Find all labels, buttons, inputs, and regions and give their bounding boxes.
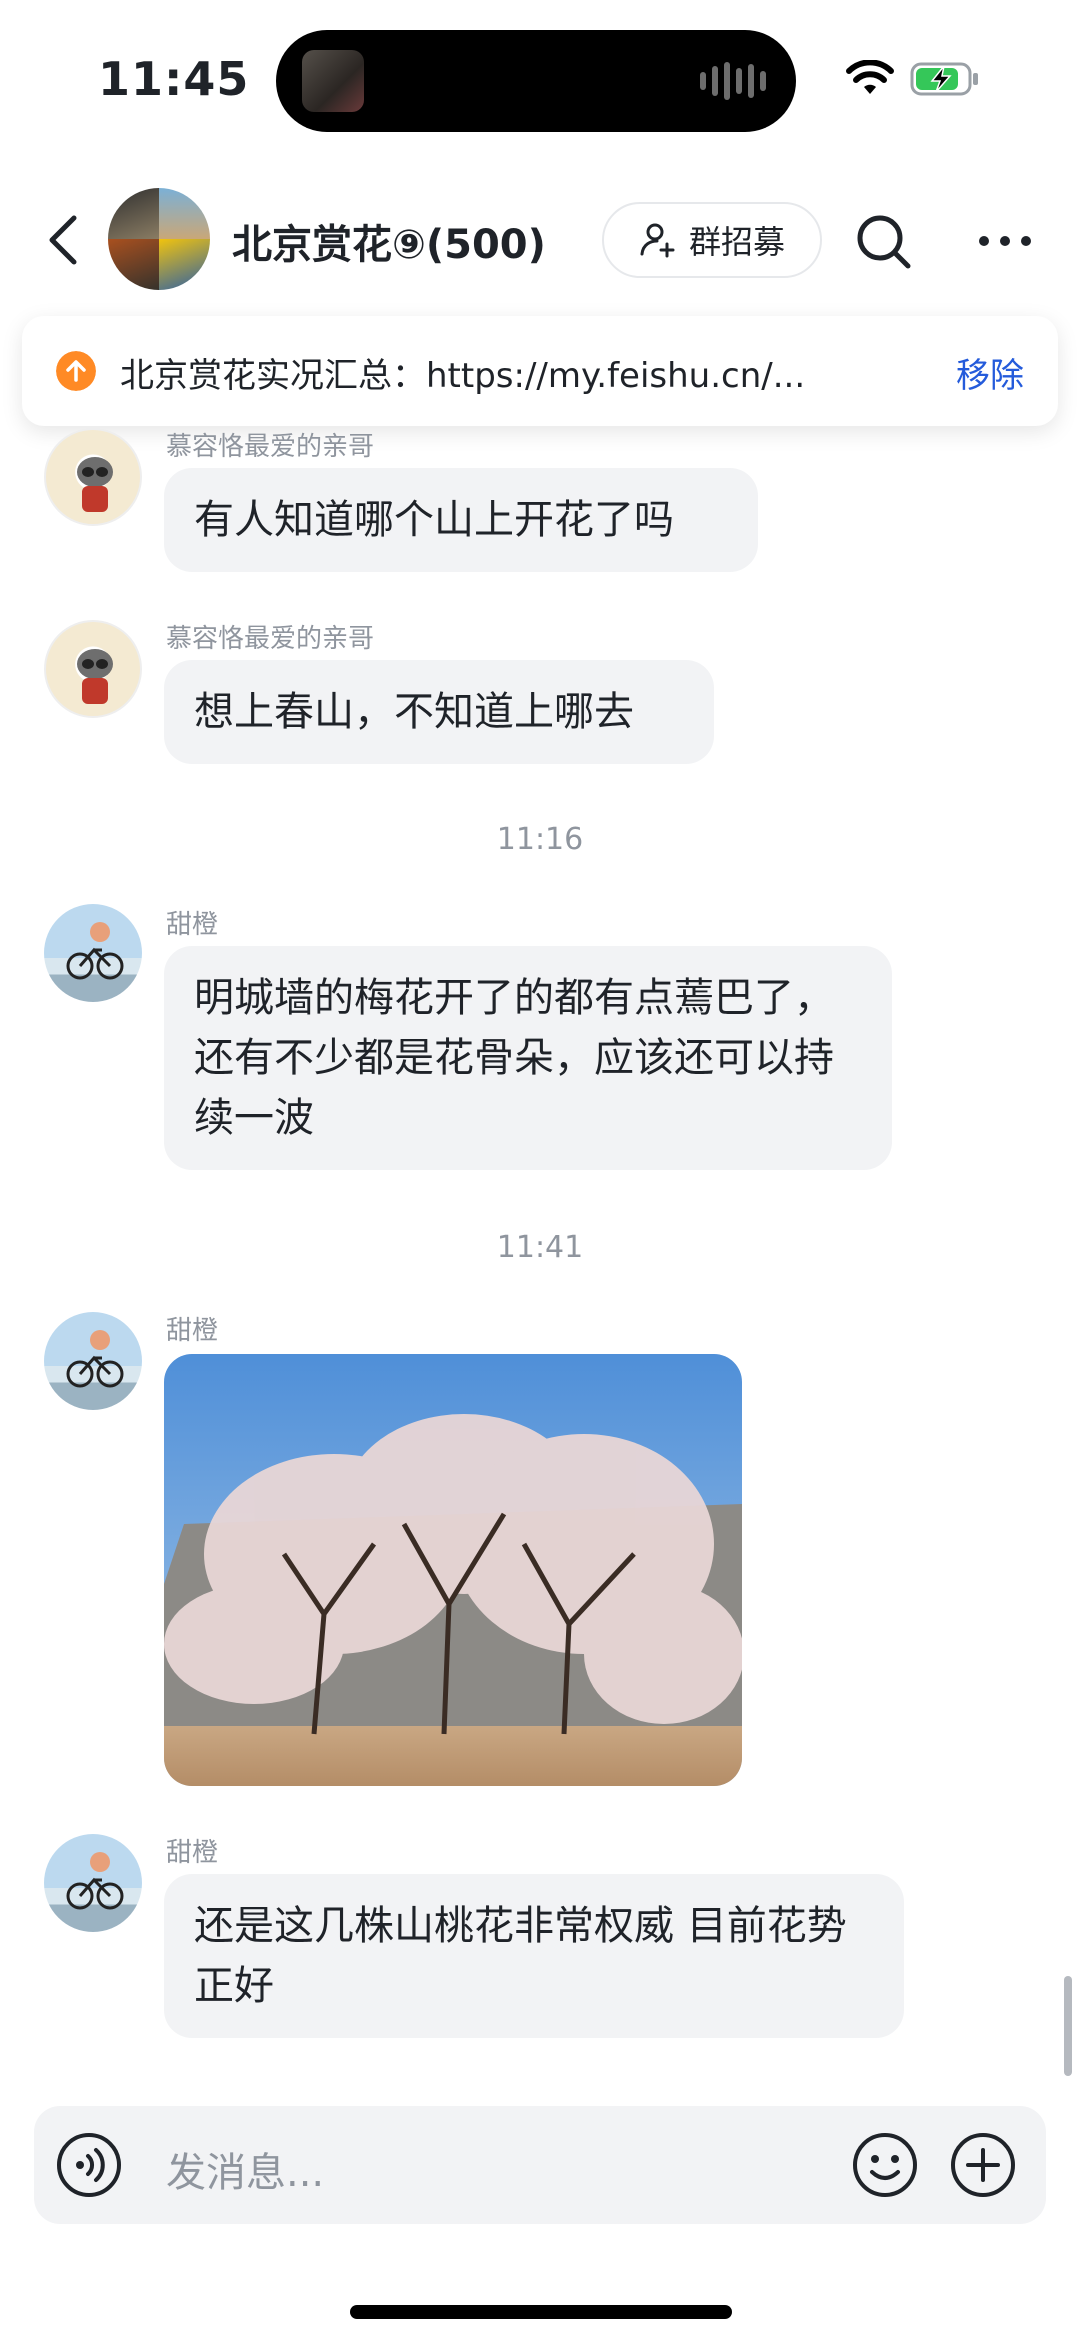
sender-name: 甜橙 [166, 1316, 219, 1346]
raccoon-avatar-icon [77, 457, 113, 512]
back-arrow-icon[interactable] [40, 210, 90, 270]
group-avatar[interactable] [108, 188, 210, 290]
more-options-icon[interactable] [974, 210, 1036, 272]
now-playing-thumbnail [302, 50, 364, 112]
cherry-blossom-photo [164, 1354, 742, 1786]
voice-input-icon[interactable] [56, 2132, 122, 2198]
message-photo[interactable] [164, 1354, 742, 1786]
message-bubble[interactable]: 明城墙的梅花开了的都有点蔫巴了，还有不少都是花骨朵，应该还可以持续一波 [164, 946, 892, 1170]
message-bubble[interactable]: 有人知道哪个山上开花了吗 [164, 468, 758, 572]
sender-name: 慕容恪最爱的亲哥 [166, 432, 375, 462]
sender-name: 甜橙 [166, 910, 219, 940]
add-user-icon [640, 223, 675, 258]
message-bubble[interactable]: 还是这几株山桃花非常权威 目前花势正好 [164, 1874, 904, 2038]
sender-name: 慕容恪最爱的亲哥 [166, 624, 375, 654]
audio-wave-icon [700, 62, 766, 100]
message-input[interactable]: 发消息... [166, 2140, 324, 2198]
pinned-remove-button[interactable]: 移除 [956, 348, 1024, 397]
battery-charging-icon [910, 62, 978, 96]
status-time: 11:45 [98, 52, 250, 106]
home-indicator[interactable] [350, 2305, 732, 2319]
emoji-icon[interactable] [852, 2132, 918, 2198]
avatar[interactable] [44, 1312, 142, 1410]
dynamic-island[interactable] [276, 30, 796, 132]
status-bar: 11:45 [0, 0, 1080, 160]
chat-header: 北京赏花⑨(500) 群招募 [0, 180, 1080, 300]
sender-name: 甜橙 [166, 1838, 219, 1868]
plus-icon[interactable] [950, 2132, 1016, 2198]
pinned-text: 北京赏花实况汇总：https://my.feishu.cn/... [120, 356, 806, 396]
raccoon-avatar-icon [77, 649, 113, 704]
search-icon[interactable] [852, 210, 914, 272]
group-recruit-label: 群招募 [688, 223, 785, 261]
bicycle-avatar-icon [66, 1852, 124, 1910]
timestamp: 11:41 [496, 1230, 584, 1265]
group-title[interactable]: 北京赏花⑨(500) [232, 212, 546, 270]
avatar[interactable] [44, 1834, 142, 1932]
group-recruit-button[interactable]: 群招募 [602, 202, 822, 278]
bicycle-avatar-icon [66, 1330, 124, 1388]
message-input-bar: 发消息... [34, 2106, 1046, 2224]
scrollbar[interactable] [1064, 1976, 1072, 2076]
message-bubble[interactable]: 想上春山，不知道上哪去 [164, 660, 714, 764]
pinned-banner[interactable]: 北京赏花实况汇总：https://my.feishu.cn/... 移除 [22, 316, 1058, 426]
timestamp: 11:16 [496, 822, 584, 857]
bicycle-avatar-icon [66, 922, 124, 980]
avatar[interactable] [44, 620, 142, 718]
wifi-icon [846, 60, 894, 94]
pinned-upload-icon [56, 351, 96, 391]
avatar[interactable] [44, 428, 142, 526]
avatar[interactable] [44, 904, 142, 1002]
